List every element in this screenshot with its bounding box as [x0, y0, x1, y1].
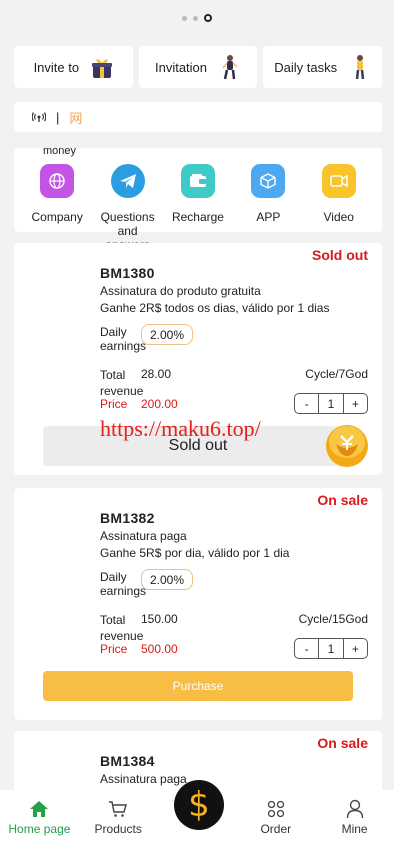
increment-button[interactable]: + [344, 639, 367, 658]
cart-icon [108, 798, 128, 820]
category-label: Video [323, 210, 354, 224]
product-description: Assinatura paga [100, 529, 187, 543]
product-description: Assinatura do produto gratuita [100, 284, 261, 298]
dollar-coin-icon[interactable]: $ [174, 780, 224, 830]
telegram-icon [110, 164, 145, 198]
product-description: Assinatura paga [100, 772, 187, 786]
notice-bar[interactable]: | 网 [14, 102, 382, 132]
status-badge: Sold out [312, 247, 368, 263]
person-figure-icon [219, 54, 241, 80]
daily-tasks-button[interactable]: Daily tasks [263, 46, 383, 88]
total-revenue-label: Total revenue [100, 368, 144, 398]
carousel-dot-active[interactable] [204, 14, 212, 22]
quick-link-label: Invite to [33, 59, 80, 75]
price-value: 500.00 [141, 642, 178, 656]
quantity-value[interactable]: 1 [318, 639, 344, 658]
nav-label: Home page [8, 822, 71, 836]
total-revenue-value: 150.00 [141, 612, 178, 626]
overflow-label: money [43, 145, 77, 157]
home-icon [29, 798, 49, 820]
quantity-stepper: - 1 + [294, 393, 368, 414]
category-label: Company [31, 210, 83, 224]
total-revenue-value: 28.00 [141, 367, 172, 381]
purchase-button[interactable]: Purchase [43, 671, 353, 701]
daily-earnings-rate: 2.00% [141, 569, 193, 590]
broadcast-icon [31, 109, 47, 126]
product-description: Ganhe 5R$ por dia, válido por 1 dia [100, 546, 290, 560]
status-badge: On sale [317, 492, 368, 508]
carousel-indicator [0, 14, 394, 22]
quick-link-label: Invitation [154, 59, 208, 75]
carousel-dot[interactable] [182, 15, 187, 21]
product-card: On sale BM1382 Assinatura paga Ganhe 5R$… [14, 488, 382, 720]
total-revenue-label: Total revenue [100, 613, 144, 643]
carousel-dot[interactable] [193, 15, 198, 21]
quantity-value[interactable]: 1 [318, 394, 344, 413]
category-recharge[interactable]: Recharge [165, 164, 231, 252]
category-questions[interactable]: Questions and answers [95, 164, 161, 252]
category-app[interactable]: APP [235, 164, 301, 252]
cycle-label: Cycle/7God [305, 367, 368, 381]
status-badge: On sale [317, 735, 368, 751]
wallet-icon [180, 164, 215, 198]
gift-box-icon [91, 54, 113, 80]
globe-icon [40, 164, 75, 198]
notice-separator: | [56, 109, 60, 125]
cube-icon [251, 164, 286, 198]
decrement-button[interactable]: - [295, 639, 318, 658]
invite-to-button[interactable]: Invite to [14, 46, 133, 88]
daily-earnings-rate: 2.00% [141, 324, 193, 345]
quantity-stepper: - 1 + [294, 638, 368, 659]
grid-circles-icon [267, 798, 285, 820]
category-video[interactable]: Video [306, 164, 372, 252]
user-icon [346, 798, 364, 820]
increment-button[interactable]: + [344, 394, 367, 413]
watermark-url: https://maku6.top/ [100, 416, 261, 441]
cycle-label: Cycle/15God [298, 612, 368, 626]
nav-products[interactable]: Products [79, 790, 158, 844]
quick-link-label: Daily tasks [274, 59, 338, 75]
nav-mine[interactable]: Mine [315, 790, 394, 844]
price-label: Price [100, 397, 128, 411]
category-label: APP [256, 210, 281, 224]
notice-text: 网 [69, 110, 83, 126]
nav-label: Products [94, 822, 142, 836]
product-description: Ganhe 2R$ todos os dias, válido por 1 di… [100, 301, 330, 315]
nav-label: Mine [341, 822, 368, 836]
quick-links: Invite to Invitation Daily tasks [14, 46, 383, 88]
product-name: BM1380 [100, 265, 155, 281]
person-figure-icon [349, 54, 371, 80]
nav-home[interactable]: Home page [0, 790, 79, 844]
price-value: 200.00 [141, 397, 178, 411]
category-company[interactable]: Company [24, 164, 90, 252]
category-label: Recharge [171, 210, 224, 224]
invitation-button[interactable]: Invitation [138, 46, 258, 88]
nav-label: Order [260, 822, 292, 836]
category-panel: money Company Questions and answers Rech… [14, 145, 382, 252]
nav-order[interactable]: Order [236, 790, 315, 844]
coin-float-icon[interactable] [324, 420, 370, 468]
video-icon [321, 164, 356, 198]
price-label: Price [100, 642, 128, 656]
product-name: BM1382 [100, 510, 155, 526]
decrement-button[interactable]: - [295, 394, 318, 413]
product-name: BM1384 [100, 753, 155, 769]
